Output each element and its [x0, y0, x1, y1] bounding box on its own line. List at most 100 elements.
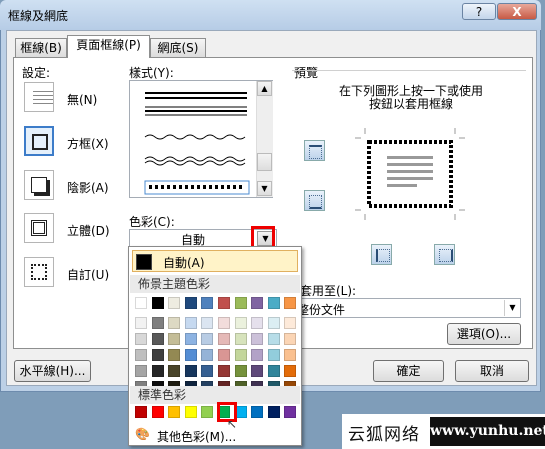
- theme-color-swatch[interactable]: [284, 297, 297, 309]
- setting-custom-icon[interactable]: [24, 257, 54, 287]
- theme-shade-swatch[interactable]: [201, 317, 214, 329]
- watermark-text-left: 云狐网络: [348, 425, 420, 445]
- setting-3d-label[interactable]: 立體(D): [67, 222, 110, 239]
- cancel-button[interactable]: 取消: [455, 360, 529, 382]
- setting-box-icon[interactable]: [24, 126, 54, 156]
- theme-shade-swatch[interactable]: [135, 333, 147, 345]
- theme-shade-swatch[interactable]: [201, 365, 214, 377]
- theme-shade-swatch[interactable]: [184, 365, 197, 377]
- theme-shade-swatch[interactable]: [218, 365, 230, 377]
- title-bar: 框線及網底 ? X: [0, 0, 541, 30]
- style-list[interactable]: ▲ ▼: [129, 80, 273, 198]
- theme-shade-swatch[interactable]: [168, 365, 181, 377]
- standard-color-swatch[interactable]: [201, 406, 214, 418]
- ok-button[interactable]: 確定: [373, 360, 444, 382]
- scroll-up-icon[interactable]: ▲: [257, 81, 272, 96]
- standard-color-swatch[interactable]: [284, 406, 297, 418]
- help-button[interactable]: ?: [462, 3, 496, 20]
- setting-shadow-label[interactable]: 陰影(A): [67, 179, 109, 196]
- tab-page-border[interactable]: 頁面框線(P): [67, 35, 150, 58]
- right-border-button[interactable]: [434, 244, 455, 265]
- theme-color-swatch[interactable]: [267, 297, 280, 309]
- window-title: 框線及網底: [8, 9, 69, 23]
- setting-none-label[interactable]: 無(N): [67, 91, 97, 108]
- top-border-button[interactable]: [304, 140, 325, 161]
- setting-3d-icon[interactable]: [24, 213, 54, 243]
- theme-shade-swatch[interactable]: [234, 333, 247, 345]
- standard-colors-heading: 標準色彩: [130, 386, 300, 404]
- options-button[interactable]: 選項(O)...: [447, 323, 521, 345]
- theme-shade-swatch[interactable]: [151, 333, 164, 345]
- tab-borders[interactable]: 框線(B): [15, 38, 67, 57]
- setting-box-label[interactable]: 方框(X): [67, 135, 109, 152]
- theme-shade-swatch[interactable]: [284, 333, 297, 345]
- theme-shade-swatch[interactable]: [267, 365, 280, 377]
- theme-shade-swatch[interactable]: [201, 333, 214, 345]
- auto-color-option[interactable]: 自動(A): [132, 250, 298, 272]
- scroll-down-icon[interactable]: ▼: [257, 181, 272, 196]
- setting-none-icon[interactable]: [24, 82, 54, 112]
- theme-shade-swatch[interactable]: [234, 317, 247, 329]
- theme-color-swatch[interactable]: [251, 297, 264, 309]
- theme-shade-swatch[interactable]: [284, 365, 297, 377]
- watermark: 云狐网络 www.yunhu.net: [342, 414, 545, 449]
- preview-instruction-2: 按鈕以套用框線: [369, 97, 454, 111]
- theme-color-swatch[interactable]: [184, 297, 197, 309]
- theme-shade-swatch[interactable]: [218, 349, 230, 361]
- theme-color-swatch[interactable]: [135, 297, 147, 309]
- standard-color-swatch[interactable]: [251, 406, 264, 418]
- horizontal-line-button[interactable]: 水平線(H)...: [14, 360, 91, 382]
- theme-shade-swatch[interactable]: [267, 317, 280, 329]
- theme-shade-swatch[interactable]: [251, 349, 264, 361]
- theme-shade-swatch[interactable]: [267, 349, 280, 361]
- bottom-border-button[interactable]: [304, 190, 325, 211]
- close-button[interactable]: X: [497, 3, 537, 20]
- style-scrollbar[interactable]: ▲ ▼: [256, 81, 273, 197]
- standard-color-swatch[interactable]: [168, 406, 181, 418]
- scroll-thumb[interactable]: [257, 153, 272, 171]
- theme-shade-swatch[interactable]: [234, 349, 247, 361]
- standard-color-swatch[interactable]: [151, 406, 164, 418]
- setting-shadow-icon[interactable]: [24, 170, 54, 200]
- theme-shade-swatch[interactable]: [184, 349, 197, 361]
- theme-shade-swatch[interactable]: [267, 333, 280, 345]
- theme-shade-swatch[interactable]: [135, 349, 147, 361]
- chevron-down-icon[interactable]: ▼: [504, 300, 520, 316]
- theme-color-swatch[interactable]: [201, 297, 214, 309]
- apply-to-dropdown[interactable]: 整份文件 ▼: [292, 298, 521, 318]
- theme-shade-swatch[interactable]: [201, 349, 214, 361]
- more-colors-option[interactable]: 其他色彩(M)...: [157, 428, 236, 445]
- tab-shading[interactable]: 網底(S): [150, 38, 206, 57]
- theme-shade-swatch[interactable]: [135, 317, 147, 329]
- theme-shade-swatch[interactable]: [135, 365, 147, 377]
- theme-shade-swatch[interactable]: [168, 317, 181, 329]
- theme-shade-swatch[interactable]: [234, 365, 247, 377]
- apply-to-value: 整份文件: [297, 303, 346, 317]
- left-border-button[interactable]: [371, 244, 392, 265]
- theme-shade-swatch[interactable]: [184, 333, 197, 345]
- theme-shade-swatch[interactable]: [151, 349, 164, 361]
- theme-shade-swatch[interactable]: [251, 365, 264, 377]
- theme-color-swatch[interactable]: [168, 297, 181, 309]
- theme-shade-swatch[interactable]: [184, 317, 197, 329]
- theme-shade-swatch[interactable]: [168, 333, 181, 345]
- theme-shade-swatch[interactable]: [218, 317, 230, 329]
- theme-shade-swatch[interactable]: [218, 333, 230, 345]
- standard-color-swatch[interactable]: [184, 406, 197, 418]
- standard-color-swatch[interactable]: [267, 406, 280, 418]
- preview-page[interactable]: [355, 128, 465, 220]
- standard-color-swatch[interactable]: [135, 406, 147, 418]
- theme-shade-swatch[interactable]: [168, 349, 181, 361]
- theme-shade-swatch[interactable]: [251, 317, 264, 329]
- theme-shade-swatch[interactable]: [151, 365, 164, 377]
- theme-color-swatch[interactable]: [218, 297, 230, 309]
- theme-color-swatch[interactable]: [234, 297, 247, 309]
- theme-shade-swatch[interactable]: [151, 317, 164, 329]
- theme-shade-swatch[interactable]: [284, 317, 297, 329]
- theme-shade-swatch[interactable]: [251, 333, 264, 345]
- settings-heading: 設定:: [22, 66, 51, 80]
- setting-custom-label[interactable]: 自訂(U): [67, 266, 109, 283]
- theme-shade-swatch[interactable]: [284, 349, 297, 361]
- style-heading: 樣式(Y):: [129, 66, 174, 80]
- theme-color-swatch[interactable]: [151, 297, 164, 309]
